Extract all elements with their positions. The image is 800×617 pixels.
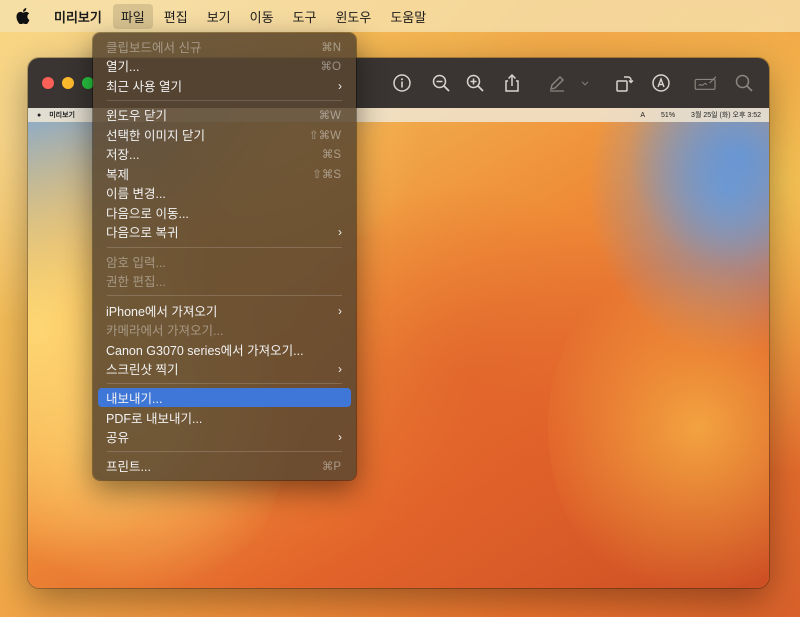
chevron-right-icon: › bbox=[338, 361, 342, 376]
menu-item-save[interactable]: 저장... ⌘S bbox=[98, 144, 351, 163]
menu-separator bbox=[107, 100, 342, 101]
signature-icon[interactable] bbox=[691, 71, 721, 95]
search-icon[interactable] bbox=[732, 71, 756, 95]
menubar-view[interactable]: 보기 bbox=[199, 4, 239, 29]
chevron-down-icon[interactable] bbox=[578, 71, 592, 95]
menu-separator bbox=[107, 247, 342, 248]
menu-item-import-from-iphone[interactable]: iPhone에서 가져오기 › bbox=[98, 301, 351, 320]
menu-item-close-window[interactable]: 윈도우 닫기 ⌘W bbox=[98, 105, 351, 124]
battery-percent: 51% bbox=[661, 111, 676, 119]
system-menubar: 미리보기 파일 편집 보기 이동 도구 윈도우 도움말 bbox=[0, 0, 800, 32]
menu-item-close-selected-image[interactable]: 선택한 이미지 닫기 ⇧⌘W bbox=[98, 125, 351, 144]
menu-separator bbox=[107, 295, 342, 296]
chevron-right-icon: › bbox=[338, 78, 342, 93]
menu-item-take-screenshot[interactable]: 스크린샷 찍기 › bbox=[98, 359, 351, 378]
chevron-right-icon: › bbox=[338, 303, 342, 318]
annotate-icon[interactable] bbox=[649, 71, 673, 95]
menu-item-move-to[interactable]: 다음으로 이동... bbox=[98, 203, 351, 222]
menu-item-print[interactable]: 프린트... ⌘P bbox=[98, 456, 351, 475]
menubar-window[interactable]: 윈도우 bbox=[327, 4, 379, 29]
menu-item-enter-password[interactable]: 암호 입력... bbox=[98, 252, 351, 271]
menubar-tools[interactable]: 도구 bbox=[285, 4, 325, 29]
markup-pen-icon[interactable] bbox=[545, 71, 569, 95]
menu-item-open-recent[interactable]: 최근 사용 열기 › bbox=[98, 76, 351, 95]
clock: 3월 25일 (화) 오후 3:52 bbox=[691, 112, 761, 119]
zoom-in-icon[interactable] bbox=[463, 71, 487, 95]
zoom-out-icon[interactable] bbox=[429, 71, 453, 95]
menubar-edit[interactable]: 편집 bbox=[156, 4, 196, 29]
menu-item-rename[interactable]: 이름 변경... bbox=[98, 183, 351, 202]
share-icon[interactable] bbox=[500, 71, 524, 95]
menu-separator bbox=[107, 383, 342, 384]
chevron-right-icon: › bbox=[338, 429, 342, 444]
rotate-icon[interactable] bbox=[612, 71, 636, 95]
screenshot-app-name: 미리보기 bbox=[49, 112, 75, 119]
menu-item-export-as-pdf[interactable]: PDF로 내보내기... bbox=[98, 408, 351, 427]
menu-item-export[interactable]: 내보내기... bbox=[98, 388, 351, 407]
menubar-go[interactable]: 이동 bbox=[242, 4, 282, 29]
menu-item-share[interactable]: 공유 › bbox=[98, 427, 351, 446]
input-source-icon: A bbox=[640, 111, 646, 119]
apple-icon: ● bbox=[37, 111, 42, 119]
close-window-button[interactable] bbox=[42, 77, 54, 89]
menu-item-edit-permissions[interactable]: 권한 편집... bbox=[98, 271, 351, 290]
menubar-app-name[interactable]: 미리보기 bbox=[46, 4, 110, 29]
minimize-window-button[interactable] bbox=[62, 77, 74, 89]
apple-icon[interactable] bbox=[16, 8, 30, 24]
menu-item-duplicate[interactable]: 복제 ⇧⌘S bbox=[98, 164, 351, 183]
menu-item-import-from-canon[interactable]: Canon G3070 series에서 가져오기... bbox=[98, 340, 351, 359]
file-menu: 클립보드에서 신규 ⌘N 열기... ⌘O 최근 사용 열기 › 윈도우 닫기 … bbox=[93, 33, 356, 480]
menu-item-revert-to[interactable]: 다음으로 복귀 › bbox=[98, 222, 351, 241]
menubar-help[interactable]: 도움말 bbox=[382, 4, 434, 29]
menu-item-import-from-camera[interactable]: 카메라에서 가져오기... bbox=[98, 320, 351, 339]
menu-separator bbox=[107, 451, 342, 452]
menubar-file[interactable]: 파일 bbox=[112, 3, 153, 29]
menu-item-open[interactable]: 열기... ⌘O bbox=[98, 56, 351, 75]
info-icon[interactable] bbox=[390, 71, 414, 95]
chevron-right-icon: › bbox=[338, 224, 342, 239]
menu-item-new-from-clipboard[interactable]: 클립보드에서 신규 ⌘N bbox=[98, 37, 351, 56]
